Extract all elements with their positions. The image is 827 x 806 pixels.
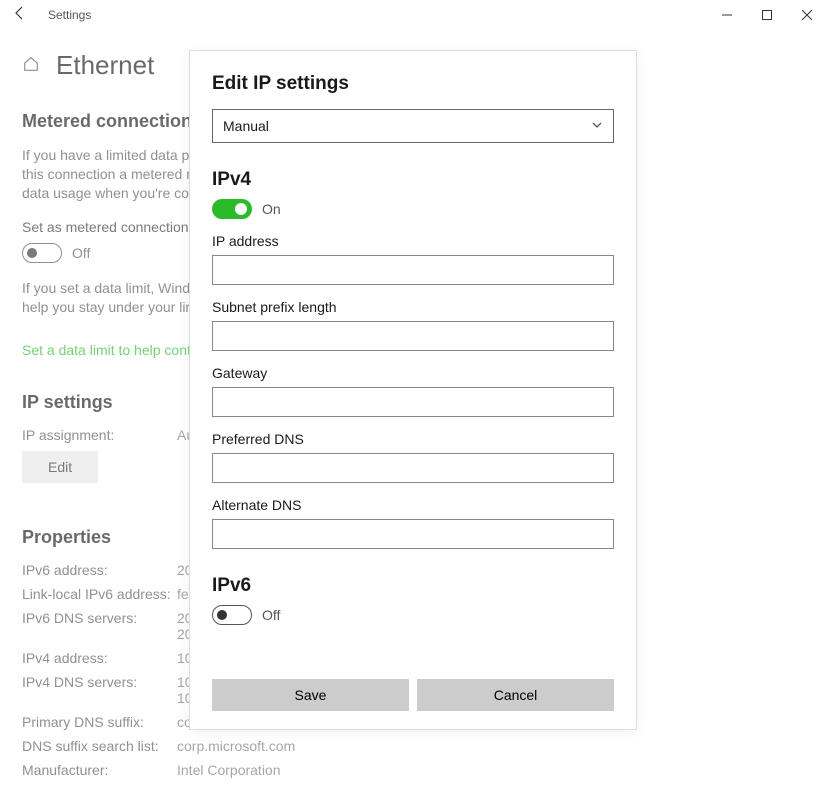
gateway-label: Gateway: [212, 365, 614, 381]
maximize-button[interactable]: [747, 0, 787, 30]
titlebar: Settings: [0, 0, 827, 30]
back-button[interactable]: [10, 5, 30, 26]
save-button[interactable]: Save: [212, 679, 409, 711]
ip-assignment-label: IP assignment:: [22, 427, 177, 443]
chevron-down-icon: [591, 118, 603, 134]
edit-ip-modal: Edit IP settings Manual IPv4 On IP addre…: [189, 50, 637, 730]
edit-button[interactable]: Edit: [22, 451, 98, 483]
minimize-button[interactable]: [707, 0, 747, 30]
cancel-button[interactable]: Cancel: [417, 679, 614, 711]
page-title: Ethernet: [56, 50, 154, 81]
ipv4-toggle[interactable]: [212, 199, 252, 219]
ipv4-heading: IPv4: [212, 169, 614, 191]
window-controls: [707, 0, 827, 30]
mode-select[interactable]: Manual: [212, 109, 614, 143]
app-title: Settings: [48, 8, 91, 22]
modal-title: Edit IP settings: [212, 73, 614, 95]
table-row: Manufacturer:Intel Corporation: [22, 762, 805, 778]
metered-toggle-state: Off: [72, 245, 90, 261]
ip-address-label: IP address: [212, 233, 614, 249]
gateway-input[interactable]: [212, 387, 614, 417]
ipv6-toggle[interactable]: [212, 605, 252, 625]
preferred-dns-input[interactable]: [212, 453, 614, 483]
ipv6-heading: IPv6: [212, 575, 614, 597]
table-row: DNS suffix search list:corp.microsoft.co…: [22, 738, 805, 754]
subnet-input[interactable]: [212, 321, 614, 351]
mode-select-value: Manual: [223, 118, 269, 134]
metered-toggle[interactable]: [22, 243, 62, 263]
alternate-dns-input[interactable]: [212, 519, 614, 549]
preferred-dns-label: Preferred DNS: [212, 431, 614, 447]
close-button[interactable]: [787, 0, 827, 30]
alternate-dns-label: Alternate DNS: [212, 497, 614, 513]
ipv6-toggle-state: Off: [262, 607, 280, 623]
home-icon[interactable]: [22, 55, 40, 76]
subnet-label: Subnet prefix length: [212, 299, 614, 315]
ip-address-input[interactable]: [212, 255, 614, 285]
ipv4-toggle-state: On: [262, 201, 281, 217]
